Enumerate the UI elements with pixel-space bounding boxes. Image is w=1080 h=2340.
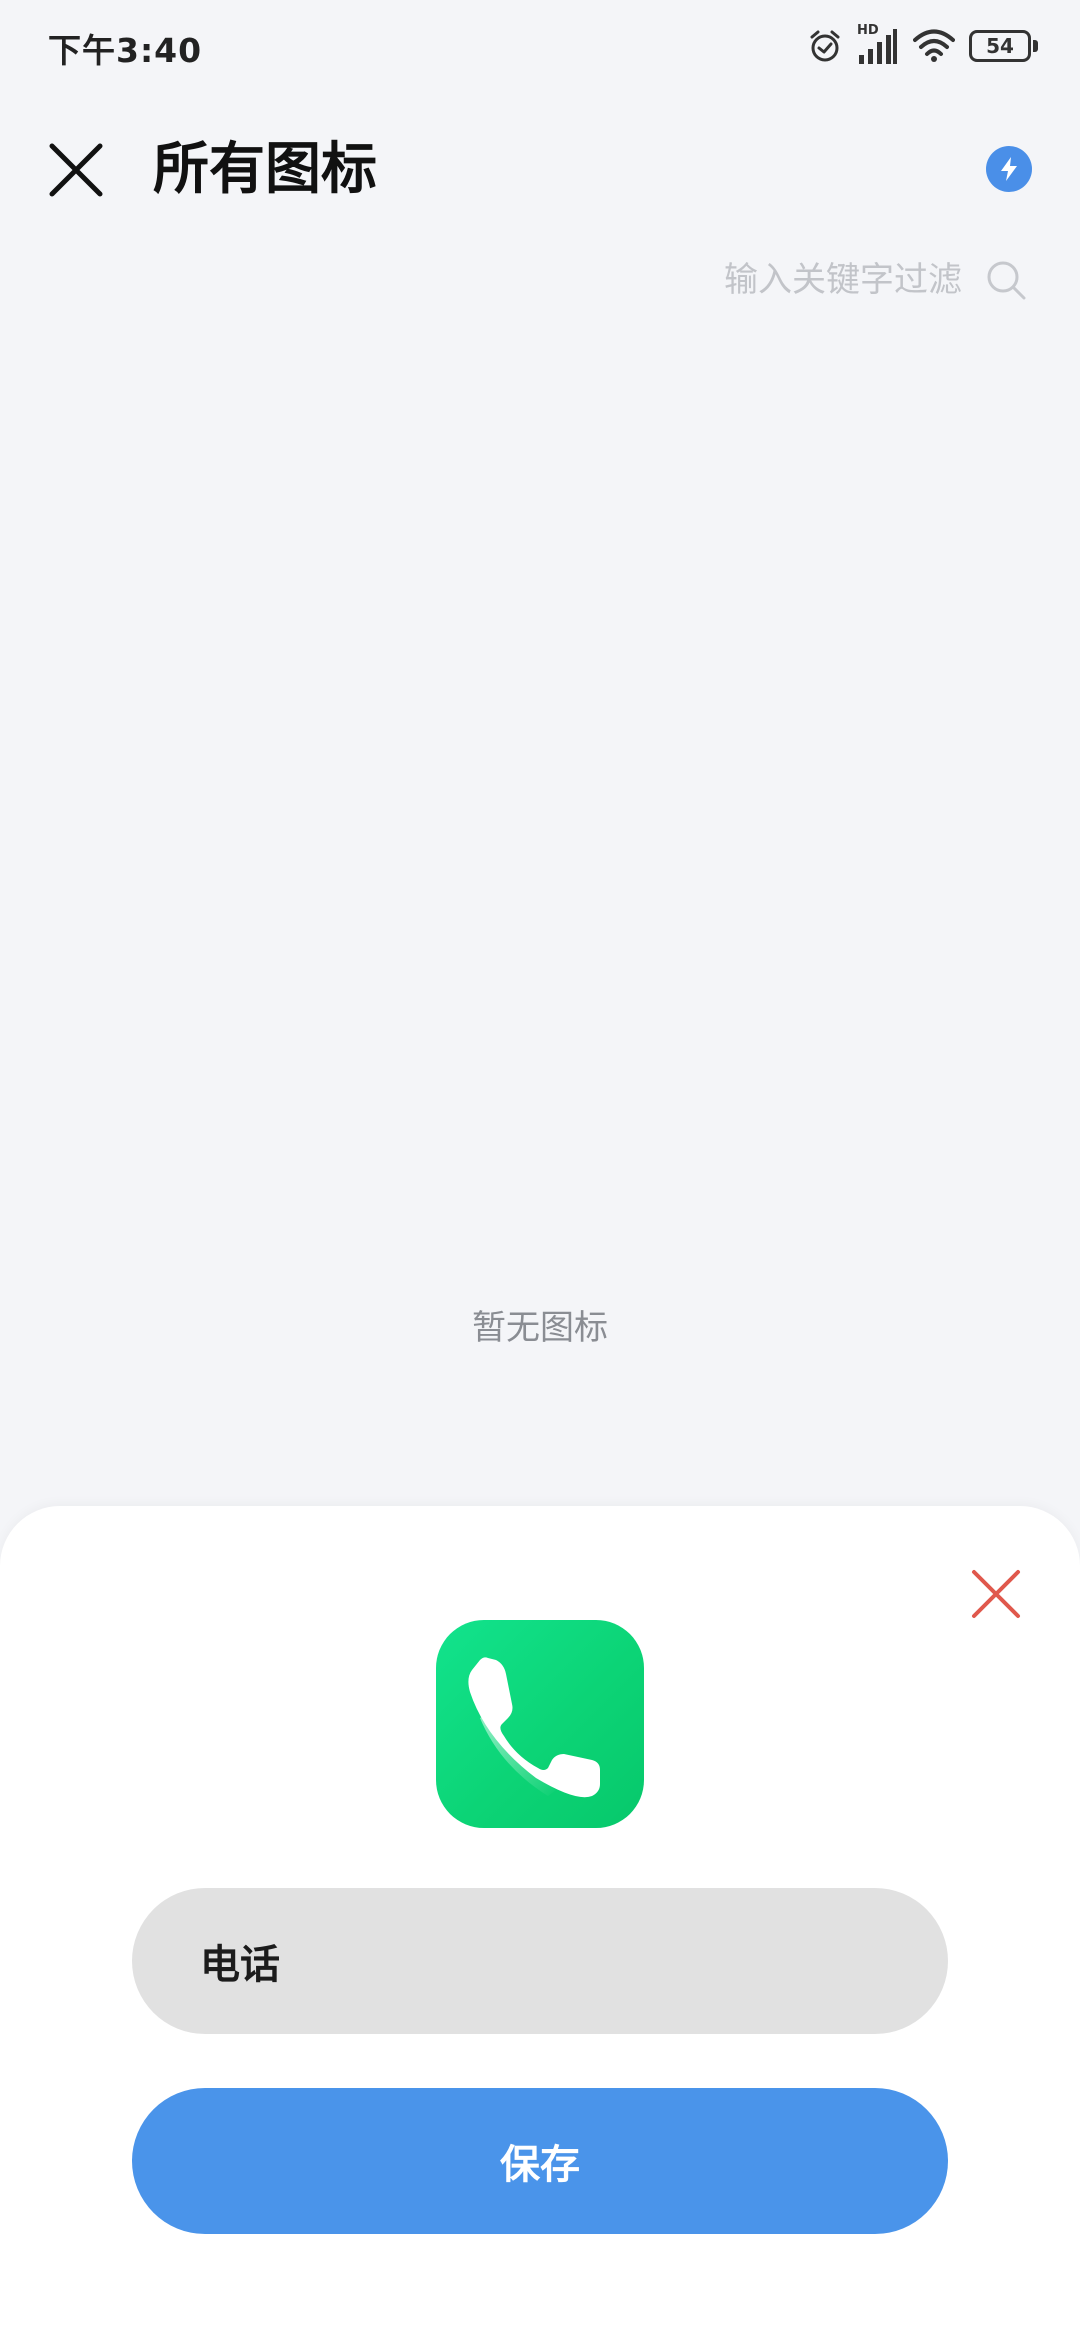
empty-state-message: 暂无图标 [472, 1308, 608, 1348]
alarm-icon [810, 30, 840, 62]
page-title: 所有图标 [153, 137, 377, 202]
signal-icon: HD [857, 23, 899, 65]
screen: 下午3:40 HD 54 所有图标 输入关键字过滤 暂无图标 电话 保存 [0, 0, 1080, 2340]
header: 所有图标 [0, 120, 1080, 220]
battery-level: 54 [969, 30, 1031, 62]
battery-icon: 54 [969, 30, 1038, 62]
save-button[interactable]: 保存 [132, 2088, 948, 2234]
close-icon[interactable] [44, 138, 108, 202]
search-input[interactable] [642, 260, 962, 300]
phone-icon[interactable] [436, 1620, 644, 1828]
edit-icon-sheet: 电话 保存 [0, 1506, 1080, 2340]
flash-icon [1001, 157, 1017, 181]
battery-cap [1033, 40, 1038, 52]
icon-name-field[interactable]: 电话 [132, 1888, 948, 2034]
status-time: 下午3:40 [48, 31, 203, 70]
wifi-icon [913, 29, 955, 62]
search-icon[interactable] [984, 258, 1028, 302]
flash-button[interactable] [986, 146, 1032, 192]
icon-name-value: 电话 [200, 1942, 280, 1988]
close-icon[interactable] [968, 1566, 1024, 1622]
search-bar [642, 252, 1028, 308]
status-bar: 下午3:40 HD 54 [0, 0, 1080, 92]
status-icons: HD 54 [807, 23, 1038, 66]
